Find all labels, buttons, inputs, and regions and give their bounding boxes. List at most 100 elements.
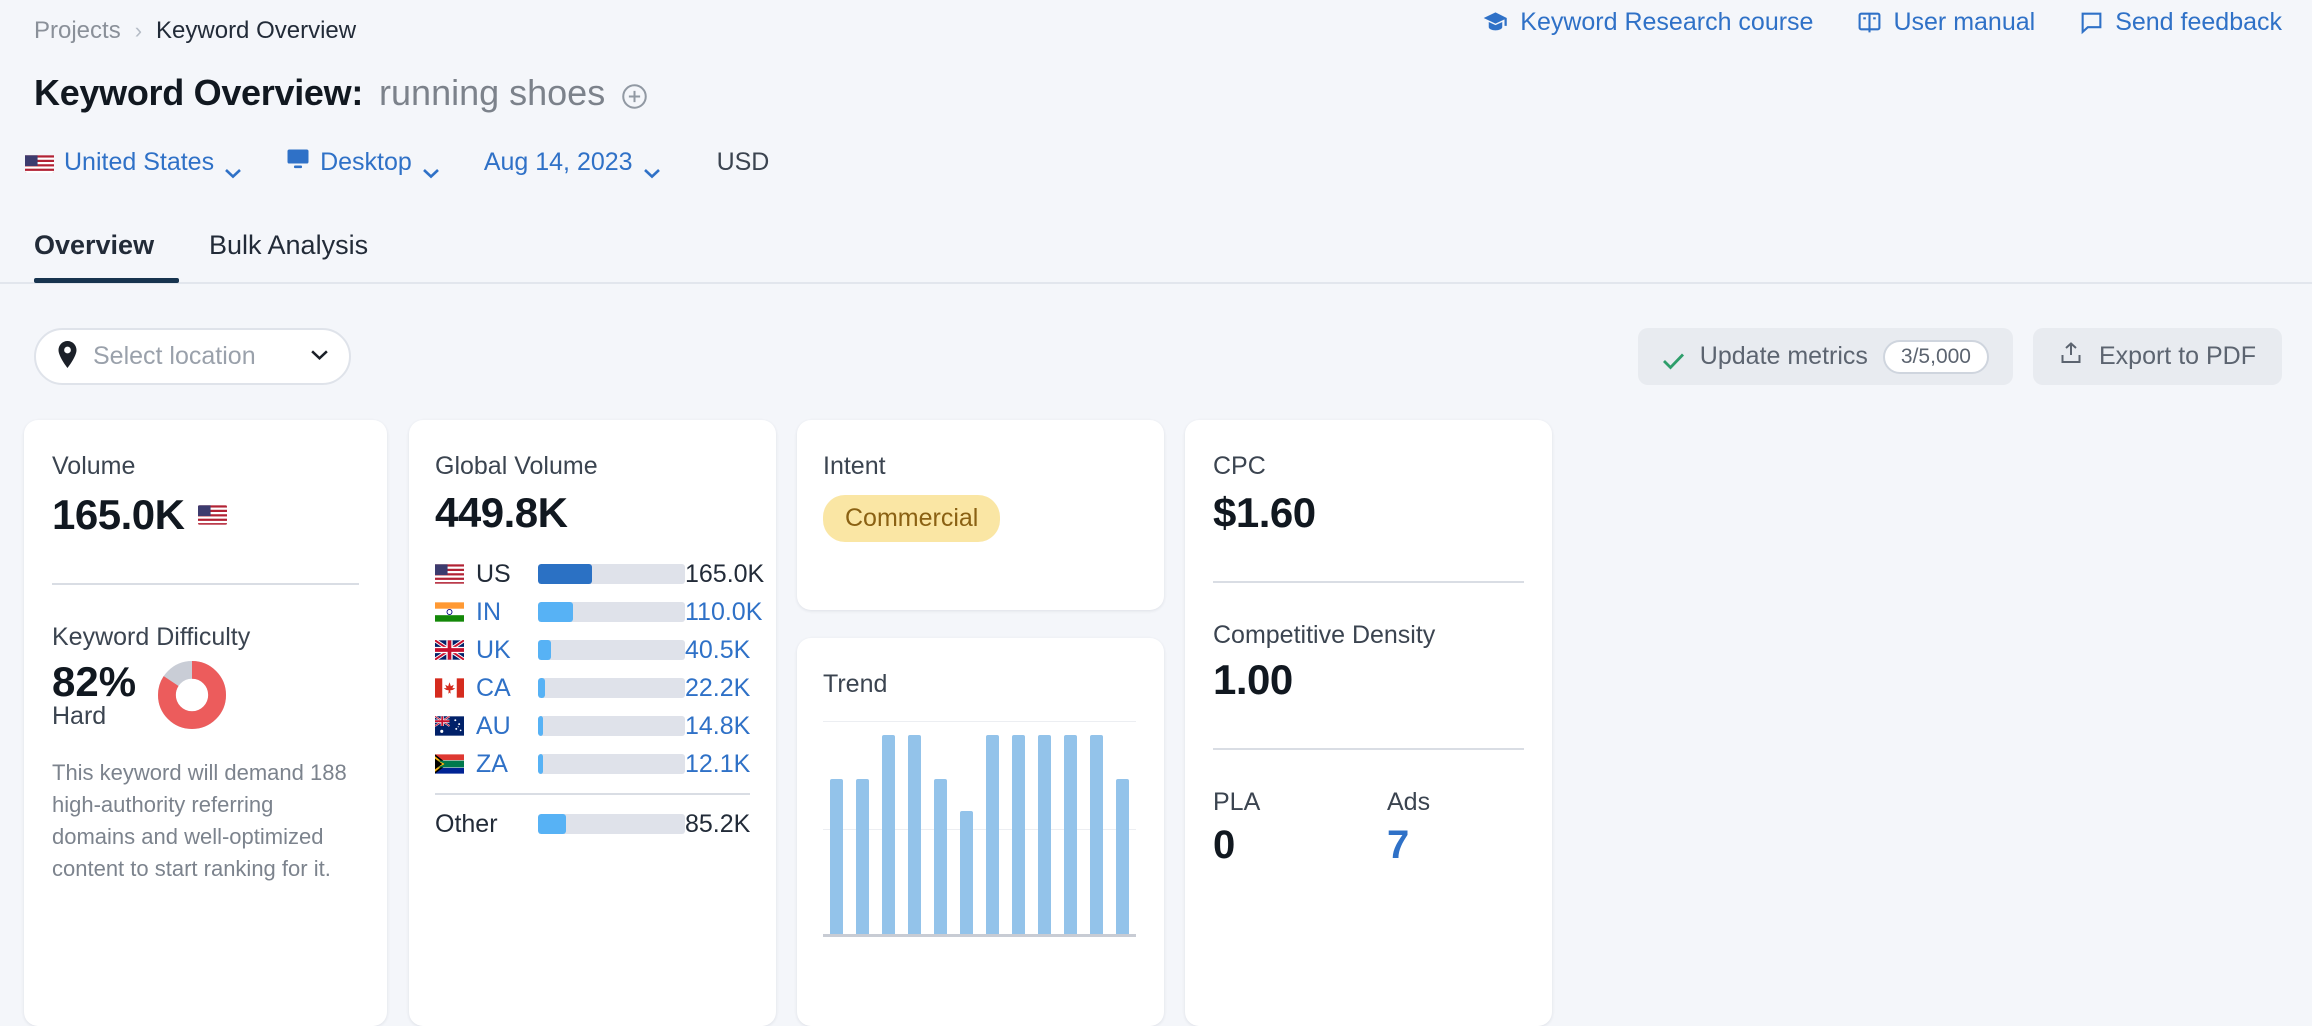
user-manual-label: User manual [1893, 8, 2035, 37]
toolbar-actions: Update metrics 3/5,000 Export to PDF [1638, 328, 2282, 385]
za-flag-icon [435, 754, 464, 774]
global-volume-row[interactable]: IN110.0K [435, 593, 750, 631]
trend-bar [960, 811, 973, 934]
trend-bar-slot[interactable] [901, 719, 927, 934]
country-filter[interactable]: United States [25, 148, 264, 177]
date-filter[interactable]: Aug 14, 2023 [484, 148, 683, 177]
au-flag-icon [435, 716, 464, 736]
country-code[interactable]: AU [476, 712, 538, 741]
breadcrumb-separator-icon: › [135, 18, 142, 44]
intent-badge[interactable]: Commercial [823, 495, 1000, 542]
country-volume-value[interactable]: 14.8K [685, 712, 750, 741]
country-volume-bar [538, 754, 685, 774]
ca-flag-icon [435, 678, 464, 698]
trend-bar-slot[interactable] [1058, 719, 1084, 934]
country-volume-value[interactable]: 110.0K [685, 598, 762, 627]
other-value: 85.2K [685, 810, 750, 839]
tab-overview[interactable]: Overview [34, 230, 154, 261]
keyword-research-course-link[interactable]: Keyword Research course [1482, 8, 1813, 37]
update-metrics-count: 3/5,000 [1883, 340, 1989, 374]
divider [435, 793, 750, 795]
ads-label: Ads [1387, 788, 1524, 817]
trend-bar [856, 779, 869, 934]
chevron-down-icon [224, 157, 242, 168]
speech-bubble-icon [2079, 10, 2104, 35]
trend-bar-slot[interactable] [979, 719, 1005, 934]
country-volume-bar [538, 678, 685, 698]
breadcrumb-projects-link[interactable]: Projects [34, 17, 121, 45]
trend-bar-slot[interactable] [1006, 719, 1032, 934]
cpc-value: $1.60 [1213, 489, 1524, 537]
global-volume-other-row: Other 85.2K [435, 805, 750, 843]
graduation-cap-icon [1482, 9, 1509, 36]
tab-bulk-analysis[interactable]: Bulk Analysis [209, 230, 368, 261]
trend-bar-slot[interactable] [849, 719, 875, 934]
volume-card: Volume 165.0K Keyword Difficulty 82% Har… [24, 420, 387, 1026]
pla-metric: PLA 0 [1213, 788, 1387, 868]
country-volume-bar [538, 640, 685, 660]
chevron-down-icon [422, 157, 440, 168]
keyword-difficulty-description: This keyword will demand 188 high-author… [52, 757, 359, 885]
trend-bar-slot[interactable] [927, 719, 953, 934]
update-metrics-label: Update metrics [1700, 342, 1868, 371]
date-filter-label: Aug 14, 2023 [484, 148, 633, 177]
location-select[interactable]: Select location [34, 328, 351, 385]
location-pin-icon [56, 341, 79, 373]
other-label: Other [435, 810, 538, 839]
other-bar [538, 814, 685, 834]
cpc-label: CPC [1213, 452, 1524, 481]
location-placeholder: Select location [93, 342, 296, 371]
page-title-keyword: running shoes [379, 72, 605, 114]
send-feedback-link[interactable]: Send feedback [2079, 8, 2282, 37]
keyword-overview-page: Projects › Keyword Overview Keyword Rese… [0, 0, 2312, 1026]
trend-bar-slot[interactable] [1110, 719, 1136, 934]
device-filter-label: Desktop [320, 148, 412, 177]
update-metrics-button[interactable]: Update metrics 3/5,000 [1638, 328, 2013, 385]
trend-bar-slot[interactable] [1084, 719, 1110, 934]
global-volume-card: Global Volume 449.8K US165.0KIN110.0KUK4… [409, 420, 776, 1026]
trend-bar [1116, 779, 1129, 934]
trend-bar-slot[interactable] [823, 719, 849, 934]
trend-bar-slot[interactable] [1032, 719, 1058, 934]
keyword-difficulty-donut [158, 661, 226, 729]
country-volume-value: 165.0K [685, 560, 764, 589]
country-volume-value[interactable]: 12.1K [685, 750, 750, 779]
export-to-pdf-label: Export to PDF [2099, 342, 2256, 371]
ads-value[interactable]: 7 [1387, 823, 1524, 868]
country-volume-value[interactable]: 22.2K [685, 674, 750, 703]
uk-flag-icon [435, 640, 464, 660]
country-code[interactable]: IN [476, 598, 538, 627]
send-feedback-label: Send feedback [2115, 8, 2282, 37]
trend-chart [823, 719, 1136, 937]
country-volume-value[interactable]: 40.5K [685, 636, 750, 665]
trend-bar [934, 779, 947, 934]
country-volume-bar [538, 716, 685, 736]
trend-bars [823, 719, 1136, 934]
competitive-density-value: 1.00 [1213, 656, 1524, 704]
us-flag-icon [198, 505, 227, 525]
country-filter-label: United States [64, 148, 214, 177]
plus-circle-icon[interactable] [621, 83, 648, 110]
global-volume-row[interactable]: UK 40.5K [435, 631, 750, 669]
global-volume-row: US165.0K [435, 555, 750, 593]
export-to-pdf-button[interactable]: Export to PDF [2033, 328, 2282, 385]
country-code[interactable]: UK [476, 636, 538, 665]
trend-bar [908, 735, 921, 934]
device-filter[interactable]: Desktop [286, 148, 462, 177]
user-manual-link[interactable]: User manual [1857, 8, 2035, 37]
volume-value: 165.0K [52, 491, 184, 539]
trend-bar [830, 779, 843, 934]
competitive-density-label: Competitive Density [1213, 621, 1524, 650]
country-code[interactable]: ZA [476, 750, 538, 779]
export-icon [2059, 341, 2083, 372]
keyword-difficulty-value: 82% [52, 658, 136, 706]
country-code[interactable]: CA [476, 674, 538, 703]
trend-bar-slot[interactable] [875, 719, 901, 934]
trend-bar [1012, 735, 1025, 934]
global-volume-row[interactable]: ZA 12.1K [435, 745, 750, 783]
trend-label: Trend [823, 670, 1138, 699]
global-volume-row[interactable]: AU 14.8K [435, 707, 750, 745]
currency-label: USD [705, 148, 770, 177]
global-volume-row[interactable]: CA 22.2K [435, 669, 750, 707]
trend-bar-slot[interactable] [953, 719, 979, 934]
